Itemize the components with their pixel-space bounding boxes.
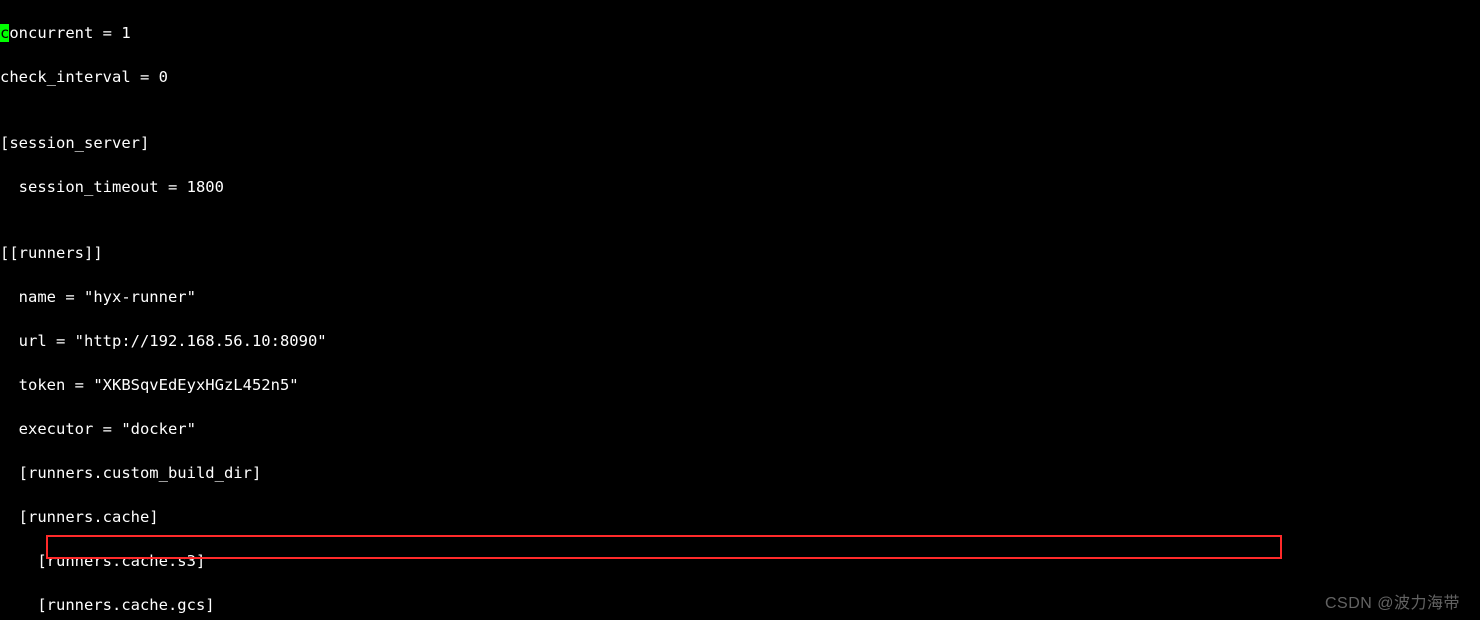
config-line: token = "XKBSqvEdEyxHGzL452n5" xyxy=(0,374,1480,396)
config-line: url = "http://192.168.56.10:8090" xyxy=(0,330,1480,352)
terminal-editor[interactable]: concurrent = 1 check_interval = 0 [sessi… xyxy=(0,0,1480,620)
config-line: executor = "docker" xyxy=(0,418,1480,440)
text: oncurrent = 1 xyxy=(9,24,130,42)
config-line: session_timeout = 1800 xyxy=(0,176,1480,198)
config-line: [runners.cache] xyxy=(0,506,1480,528)
watermark-text: CSDN @波力海带 xyxy=(1325,593,1460,615)
config-line: [[runners]] xyxy=(0,242,1480,264)
config-line: [runners.cache.gcs] xyxy=(0,594,1480,616)
cursor: c xyxy=(0,24,9,42)
config-line: check_interval = 0 xyxy=(0,66,1480,88)
config-line: concurrent = 1 xyxy=(0,22,1480,44)
config-line: name = "hyx-runner" xyxy=(0,286,1480,308)
config-line: [runners.custom_build_dir] xyxy=(0,462,1480,484)
config-line: [runners.cache.s3] xyxy=(0,550,1480,572)
config-line: [session_server] xyxy=(0,132,1480,154)
